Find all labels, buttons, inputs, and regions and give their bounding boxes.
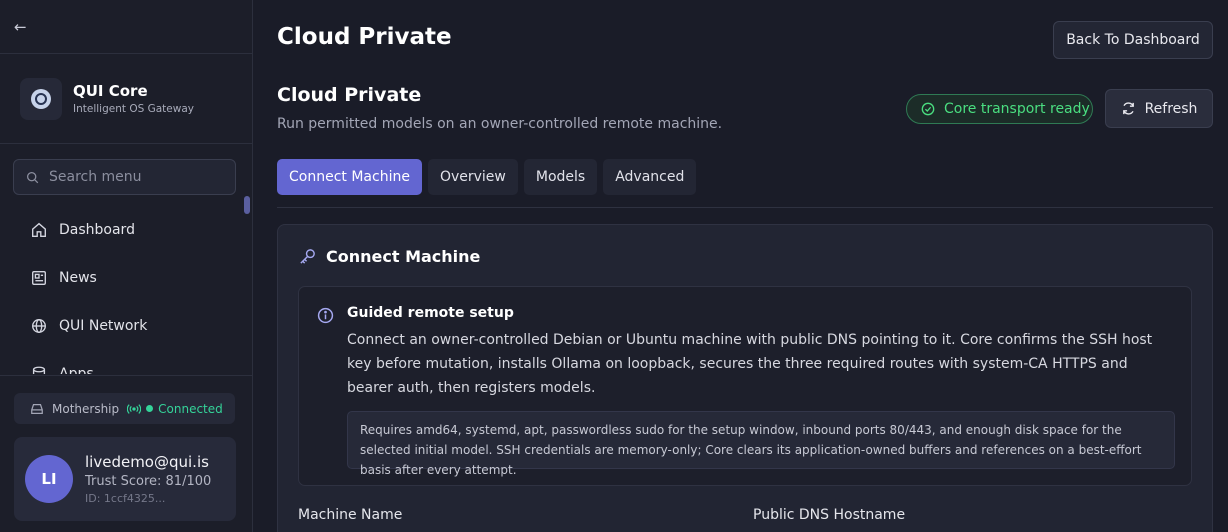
sidebar-item-label: Apps	[59, 366, 94, 374]
check-circle-icon	[921, 102, 935, 116]
sidebar-item-label: Dashboard	[59, 222, 135, 238]
sidebar-footer: Mothership Connected LI livedemo@qui.is …	[0, 375, 253, 532]
globe-icon	[32, 319, 46, 333]
mothership-status: Mothership Connected	[14, 393, 235, 424]
main-content: Cloud Private Back To Dashboard Cloud Pr…	[253, 0, 1228, 532]
search-input[interactable]: Search menu	[13, 159, 236, 195]
tab-bar: Connect Machine Overview Models Advanced	[277, 159, 702, 195]
page-title: Cloud Private	[277, 24, 452, 50]
info-title: Guided remote setup	[347, 305, 514, 321]
connection-status: Connected	[158, 401, 223, 416]
search-placeholder: Search menu	[49, 169, 142, 185]
tab-overview[interactable]: Overview	[427, 159, 518, 195]
trust-score: Trust Score: 81/100	[85, 474, 212, 489]
key-icon	[300, 249, 315, 264]
requirements-note: Requires amd64, systemd, apt, passwordle…	[347, 411, 1175, 477]
scrollbar-thumb[interactable]	[244, 196, 250, 214]
card-header: Connect Machine	[298, 247, 480, 266]
home-icon	[32, 222, 46, 237]
card-title: Connect Machine	[326, 247, 481, 266]
info-body: Connect an owner-controlled Debian or Ub…	[347, 332, 1153, 396]
sidebar-item-apps[interactable]: Apps	[13, 350, 238, 374]
tab-divider	[277, 207, 1213, 208]
tab-connect-machine[interactable]: Connect Machine	[277, 159, 422, 195]
sidebar-item-label: QUI Network	[59, 318, 148, 334]
refresh-label: Refresh	[1144, 100, 1198, 117]
newspaper-icon	[32, 271, 46, 285]
mothership-label: Mothership	[52, 401, 120, 416]
brand-subtitle: Intelligent OS Gateway	[73, 103, 194, 115]
user-card[interactable]: LI livedemo@qui.is Trust Score: 81/100 I…	[14, 437, 236, 521]
signal-icon	[127, 403, 142, 414]
sidebar-item-qui-network[interactable]: QUI Network	[13, 302, 238, 350]
status-dot	[146, 405, 154, 412]
sidebar-item-dashboard[interactable]: Dashboard	[13, 206, 238, 254]
refresh-button[interactable]: Refresh	[1105, 89, 1213, 128]
brand: QUI Core Intelligent OS Gateway	[0, 54, 252, 144]
refresh-icon	[1122, 102, 1134, 115]
tab-models[interactable]: Models	[523, 159, 598, 195]
sidebar-item-news[interactable]: News	[13, 254, 238, 302]
connect-machine-card: Connect Machine Guided remote setup Conn…	[277, 224, 1213, 532]
sidebar-scrollbar[interactable]	[244, 196, 250, 374]
avatar: LI	[25, 455, 73, 503]
back-to-dashboard-button[interactable]: Back To Dashboard	[1053, 21, 1213, 59]
dns-hostname-label: Public DNS Hostname	[753, 507, 906, 523]
brand-name: QUI Core	[73, 82, 148, 100]
sidebar-back-row: ←	[0, 0, 252, 54]
server-icon	[31, 403, 43, 414]
sidebar-item-label: News	[59, 270, 97, 286]
tab-advanced[interactable]: Advanced	[603, 159, 697, 195]
section-title: Cloud Private	[277, 84, 422, 106]
brand-logo-icon	[20, 77, 62, 120]
sidebar: ← QUI Core Intelligent OS Gateway Search…	[0, 0, 253, 532]
status-badge-label: Core transport ready	[944, 101, 1090, 117]
arrow-left-icon[interactable]: ←	[14, 18, 27, 36]
status-badge: Core transport ready	[906, 94, 1093, 124]
database-icon	[32, 366, 46, 374]
sidebar-nav: Dashboard News QUI Network Apps	[13, 206, 238, 374]
guided-setup-info: Guided remote setup Connect an owner-con…	[298, 286, 1192, 486]
search-icon	[26, 171, 39, 183]
user-id: ID: 1ccf4325...	[85, 492, 166, 505]
info-icon	[317, 307, 334, 324]
machine-name-label: Machine Name	[298, 507, 403, 523]
user-email: livedemo@qui.is	[85, 453, 209, 471]
section-subtitle: Run permitted models on an owner-control…	[277, 116, 723, 132]
